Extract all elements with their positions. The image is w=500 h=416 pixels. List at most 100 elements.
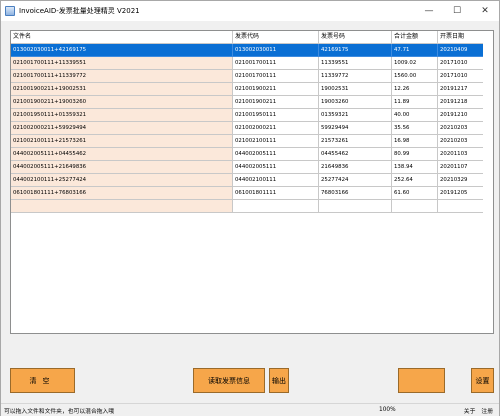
table-row[interactable]: 021001700111+11339772 021001700111 1133977… (11, 70, 493, 83)
empty-cell (319, 200, 392, 213)
status-message: 可以拖入文件和文件夹，也可以混合拖入哦 (4, 408, 115, 415)
invoice-table[interactable]: 文件名 发票代码 发票号码 合计金额 开票日期 013002030011+421… (10, 30, 494, 334)
column-header-total-amount[interactable]: 合计金额 (392, 31, 438, 44)
cell-issue-date: 20191218 (438, 96, 483, 109)
cell-invoice-code: 021001900211 (233, 96, 319, 109)
cell-total-amount: 12.26 (392, 83, 438, 96)
table-row[interactable]: 021002100111+21573261 021002100111 2157326… (11, 135, 493, 148)
about-link[interactable]: 关于 (464, 406, 476, 415)
cell-invoice-code: 044002100111 (233, 174, 319, 187)
column-header-filename[interactable]: 文件名 (11, 31, 233, 44)
table-row[interactable]: 044002100111+25277424 044002100111 2527742… (11, 174, 493, 187)
title-bar: InvoiceAID-发票批量处理精灵 V2021 — ☐ ✕ (1, 1, 499, 21)
cell-invoice-code: 021001700111 (233, 70, 319, 83)
cell-issue-date: 20171010 (438, 57, 483, 70)
register-link[interactable]: 注册 (481, 406, 493, 415)
app-icon (5, 6, 15, 16)
status-links: 关于 注册 (464, 404, 493, 416)
cell-issue-date: 20210329 (438, 174, 483, 187)
table-row[interactable]: 013002030011+42169175 013002030011 4216917… (11, 44, 493, 57)
empty-cell (11, 200, 233, 213)
cell-issue-date: 20210203 (438, 135, 483, 148)
cell-invoice-code: 044002005111 (233, 161, 319, 174)
cell-total-amount: 16.98 (392, 135, 438, 148)
cell-invoice-code: 021002000211 (233, 122, 319, 135)
maximize-button[interactable]: ☐ (443, 1, 471, 21)
cell-invoice-code: 021002100111 (233, 135, 319, 148)
table-header: 文件名 发票代码 发票号码 合计金额 开票日期 (11, 31, 493, 44)
cell-issue-date: 20191217 (438, 83, 483, 96)
empty-cell (392, 200, 438, 213)
cell-issue-date: 20201107 (438, 161, 483, 174)
empty-row (11, 200, 493, 213)
cell-issue-date: 20191205 (438, 187, 483, 200)
cell-total-amount: 11.89 (392, 96, 438, 109)
cell-invoice-number: 21573261 (319, 135, 392, 148)
cell-total-amount: 138.94 (392, 161, 438, 174)
cell-invoice-number: 19002531 (319, 83, 392, 96)
cell-invoice-number: 59929494 (319, 122, 392, 135)
cell-issue-date: 20171010 (438, 70, 483, 83)
table-row[interactable]: 021001900211+19003260 021001900211 1900326… (11, 96, 493, 109)
cell-filename: 044002005111+21649836 (11, 161, 233, 174)
table-row[interactable]: 044002005111+21649836 044002005111 2164983… (11, 161, 493, 174)
cell-issue-date: 20210409 (438, 44, 483, 57)
cell-total-amount: 80.99 (392, 148, 438, 161)
cell-invoice-code: 013002030011 (233, 44, 319, 57)
column-header-issue-date[interactable]: 开票日期 (438, 31, 483, 44)
cell-total-amount: 252.64 (392, 174, 438, 187)
empty-cell (233, 200, 319, 213)
cell-filename: 044002100111+25277424 (11, 174, 233, 187)
column-header-invoice-code[interactable]: 发票代码 (233, 31, 319, 44)
minimize-button[interactable]: — (415, 1, 443, 21)
cell-filename: 021001700111+11339551 (11, 57, 233, 70)
cell-filename: 021001900211+19003260 (11, 96, 233, 109)
status-bar: 可以拖入文件和文件夹，也可以混合拖入哦 100% 关于 注册 (1, 403, 499, 416)
cell-invoice-number: 04455462 (319, 148, 392, 161)
cell-total-amount: 47.71 (392, 44, 438, 57)
cell-issue-date: 20191210 (438, 109, 483, 122)
cell-total-amount: 1009.02 (392, 57, 438, 70)
settings-button[interactable]: 设置 (471, 368, 494, 393)
cell-filename: 021001700111+11339772 (11, 70, 233, 83)
table-row[interactable]: 021002000211+59929494 021002000211 5992949… (11, 122, 493, 135)
table-row[interactable]: 061001801111+76803166 061001801111 7680316… (11, 187, 493, 200)
cell-invoice-number: 21649836 (319, 161, 392, 174)
cell-filename: 061001801111+76803166 (11, 187, 233, 200)
table-row[interactable]: 021001700111+11339551 021001700111 1133955… (11, 57, 493, 70)
cell-total-amount: 61.60 (392, 187, 438, 200)
cell-invoice-code: 044002005111 (233, 148, 319, 161)
clear-button[interactable]: 清空 (10, 368, 75, 393)
cell-filename: 021002100111+21573261 (11, 135, 233, 148)
app-window: InvoiceAID-发票批量处理精灵 V2021 — ☐ ✕ 文件名 发票代码… (0, 0, 500, 416)
cell-invoice-number: 76803166 (319, 187, 392, 200)
cell-issue-date: 20201103 (438, 148, 483, 161)
export-button[interactable]: 输出 (269, 368, 289, 393)
cell-total-amount: 35.56 (392, 122, 438, 135)
table-row[interactable]: 044002005111+04455462 044002005111 0445546… (11, 148, 493, 161)
window-title: InvoiceAID-发票批量处理精灵 V2021 (19, 7, 140, 15)
action-button[interactable] (398, 368, 445, 393)
cell-total-amount: 40.00 (392, 109, 438, 122)
cell-total-amount: 1560.00 (392, 70, 438, 83)
cell-invoice-number: 01359321 (319, 109, 392, 122)
cell-filename: 021002000211+59929494 (11, 122, 233, 135)
read-invoice-button[interactable]: 读取发票信息 (193, 368, 265, 393)
cell-invoice-code: 021001950111 (233, 109, 319, 122)
table-row[interactable]: 021001950111+01359321 021001950111 0135932… (11, 109, 493, 122)
cell-invoice-code: 061001801111 (233, 187, 319, 200)
column-header-invoice-number[interactable]: 发票号码 (319, 31, 392, 44)
cell-invoice-number: 11339772 (319, 70, 392, 83)
cell-invoice-code: 021001700111 (233, 57, 319, 70)
cell-invoice-code: 021001900211 (233, 83, 319, 96)
empty-cell (438, 200, 483, 213)
cell-invoice-number: 11339551 (319, 57, 392, 70)
zoom-level: 100% (379, 407, 396, 413)
close-button[interactable]: ✕ (471, 1, 499, 21)
window-controls: — ☐ ✕ (415, 1, 499, 21)
cell-filename: 013002030011+42169175 (11, 44, 233, 57)
cell-invoice-number: 19003260 (319, 96, 392, 109)
cell-invoice-number: 25277424 (319, 174, 392, 187)
table-row[interactable]: 021001900211+19002531 021001900211 1900253… (11, 83, 493, 96)
cell-filename: 044002005111+04455462 (11, 148, 233, 161)
